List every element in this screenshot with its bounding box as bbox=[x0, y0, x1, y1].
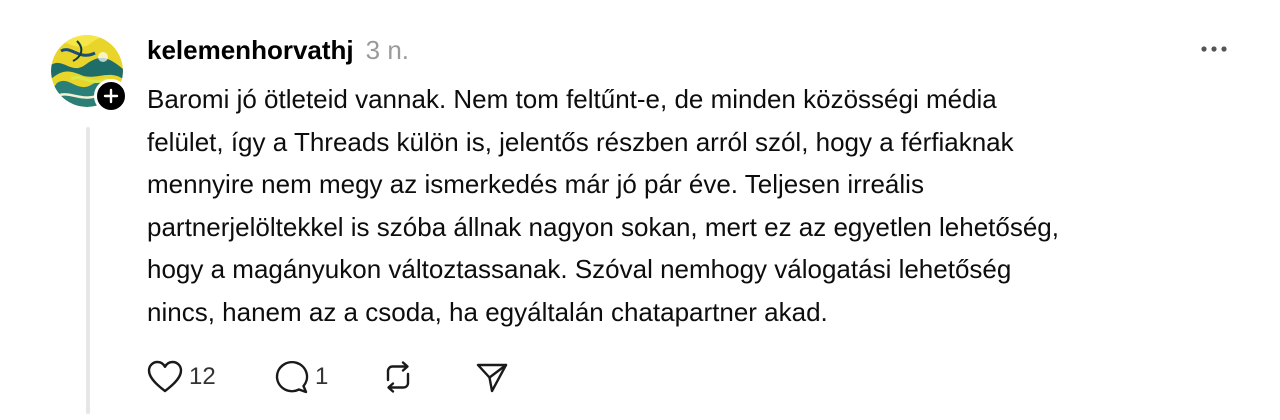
thread-post: kelemenhorvathj 3 n. Baromi jó ötleteid … bbox=[0, 0, 1280, 420]
post-body-line: felület, így a Threads külön is, jelentő… bbox=[147, 126, 1014, 157]
avatar-container bbox=[51, 35, 128, 113]
post-body-line: partnerjelöltekkel is szóba állnak nagyo… bbox=[147, 211, 1059, 242]
reply-button[interactable]: 1 bbox=[273, 355, 381, 399]
post-body-line: nincs, hanem az a csoda, ha egyáltalán c… bbox=[147, 296, 828, 327]
share-button[interactable] bbox=[475, 355, 509, 399]
heart-icon bbox=[147, 360, 183, 393]
reply-count: 1 bbox=[315, 363, 329, 390]
post-body-line: hogy a magányukon változtassanak. Szóval… bbox=[147, 254, 1012, 284]
action-bar: 12 1 bbox=[147, 355, 509, 399]
timestamp[interactable]: 3 n. bbox=[366, 30, 409, 70]
more-horizontal-icon bbox=[1201, 46, 1227, 52]
thread-connector-line bbox=[86, 127, 90, 414]
like-button[interactable]: 12 bbox=[147, 355, 273, 399]
like-count: 12 bbox=[189, 363, 216, 390]
repost-button[interactable] bbox=[381, 355, 475, 399]
send-icon bbox=[476, 363, 508, 393]
post-body: Baromi jó ötleteid vannak. Nem tom feltű… bbox=[147, 78, 1247, 333]
follow-button[interactable] bbox=[94, 79, 128, 113]
plus-icon bbox=[103, 88, 119, 104]
post-body-line: mennyire nem megy az ismerkedés már jó p… bbox=[147, 169, 924, 199]
post-body-line: Baromi jó ötleteid vannak. Nem tom feltű… bbox=[147, 84, 997, 114]
username[interactable]: kelemenhorvathj bbox=[147, 30, 354, 70]
more-options-button[interactable] bbox=[1194, 34, 1234, 64]
repost-icon bbox=[386, 361, 410, 393]
post-header: kelemenhorvathj 3 n. bbox=[147, 30, 409, 70]
speech-bubble-icon bbox=[275, 360, 309, 394]
